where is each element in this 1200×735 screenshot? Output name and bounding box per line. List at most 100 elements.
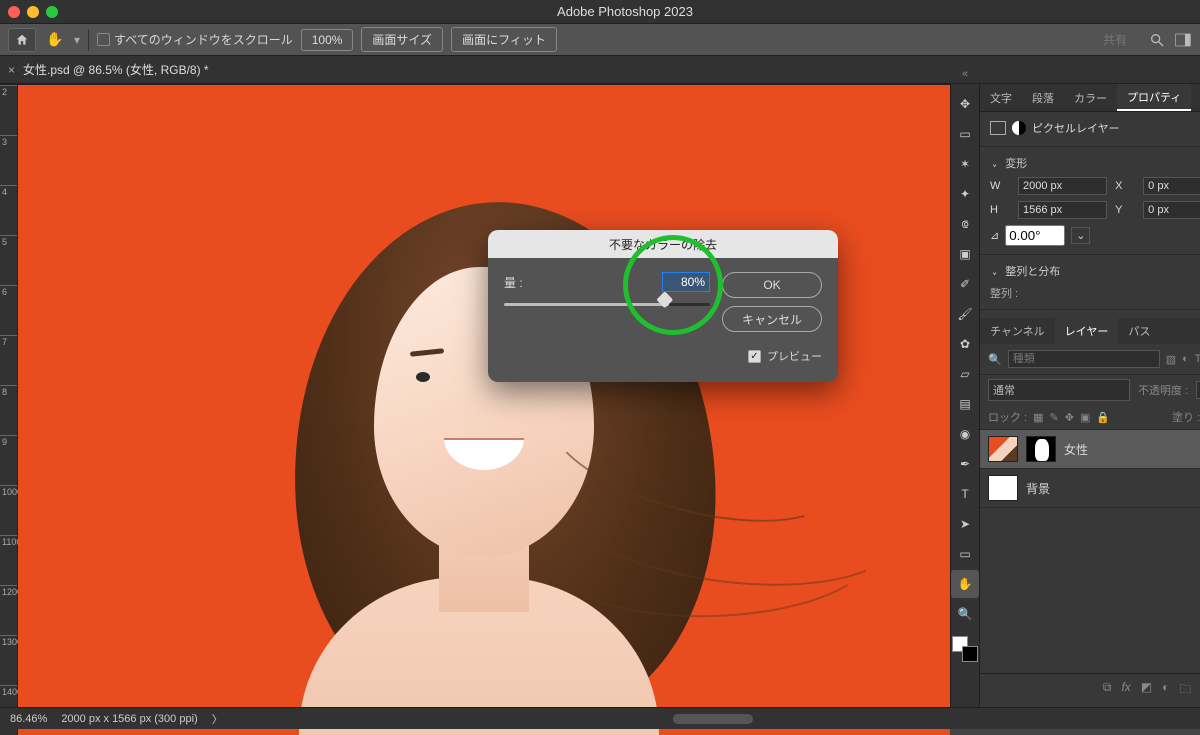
x-input[interactable]: [1143, 177, 1200, 195]
ruler-tick: 3: [0, 135, 17, 185]
crop-tool[interactable]: ⟃: [951, 210, 979, 238]
blur-tool[interactable]: ◉: [951, 420, 979, 448]
pixel-layer-icon: [990, 121, 1006, 135]
amount-slider[interactable]: [504, 298, 710, 312]
layer-row-2[interactable]: 👁 背景 fx ⌃: [980, 469, 1200, 508]
type-tool[interactable]: T: [951, 480, 979, 508]
ruler-tick: 9: [0, 435, 17, 485]
ruler-tick: 8: [0, 385, 17, 435]
y-label: Y: [1115, 204, 1135, 216]
layer-fx-icon[interactable]: fx: [1121, 680, 1130, 701]
lock-all-icon[interactable]: 🔒: [1096, 411, 1110, 424]
tab-channel[interactable]: チャンネル: [980, 318, 1055, 344]
status-dimensions[interactable]: 2000 px x 1566 px (300 ppi): [61, 713, 197, 725]
status-zoom[interactable]: 86.46%: [10, 713, 47, 725]
lock-artboard-icon[interactable]: ▣: [1080, 411, 1090, 424]
opacity-label: 不透明度 :: [1138, 382, 1188, 398]
h-scrollbar[interactable]: [673, 714, 753, 724]
background-swatch[interactable]: [962, 646, 978, 662]
clone-tool[interactable]: ✿: [951, 330, 979, 358]
opacity-input[interactable]: 100%: [1196, 381, 1200, 399]
group-icon[interactable]: 🗀: [1179, 680, 1191, 701]
ruler-tick: 6: [0, 285, 17, 335]
maximize-window-icon[interactable]: [46, 6, 58, 18]
filter-adjust-icon[interactable]: ◐: [1182, 353, 1189, 365]
scroll-all-windows-label: すべてのウィンドウをスクロール: [114, 31, 293, 48]
y-input[interactable]: [1143, 201, 1200, 219]
brush-tool[interactable]: 🖌: [951, 300, 979, 328]
layer-name[interactable]: 女性: [1064, 441, 1088, 458]
filter-search-icon[interactable]: 🔍: [988, 353, 1002, 366]
document-tab-label: 女性.psd @ 86.5% (女性, RGB/8) *: [23, 61, 209, 78]
blend-mode-select[interactable]: 通常: [988, 379, 1130, 401]
amount-input[interactable]: 80%: [662, 272, 710, 292]
eyedropper-tool[interactable]: ✐: [951, 270, 979, 298]
lock-brush-icon[interactable]: ✎: [1050, 411, 1059, 424]
hand-tool-icon[interactable]: ✋: [44, 31, 66, 48]
cancel-button[interactable]: キャンセル: [722, 306, 822, 332]
align-header[interactable]: ⌄整列と分布: [990, 263, 1200, 279]
filter-type-icon[interactable]: T: [1195, 353, 1200, 365]
close-tab-icon[interactable]: ×: [8, 63, 15, 77]
hand-tool[interactable]: ✋: [951, 570, 979, 598]
layer-panel-bottom: ⧉ fx ◩ ◐ 🗀 🗋 🗑: [980, 673, 1200, 707]
close-window-icon[interactable]: [8, 6, 20, 18]
tool-preset-caret-icon[interactable]: ▾: [74, 33, 80, 47]
layer-thumbnail[interactable]: [988, 436, 1018, 462]
angle-input[interactable]: [1005, 225, 1065, 246]
frame-tool[interactable]: ▣: [951, 240, 979, 268]
share-button[interactable]: 共有: [1090, 27, 1140, 52]
zoom-tool[interactable]: 🔍: [951, 600, 979, 628]
move-tool[interactable]: ✥: [951, 90, 979, 118]
layer-row-1[interactable]: 👁 女性: [980, 430, 1200, 469]
home-button[interactable]: [8, 28, 36, 52]
tab-paragraph[interactable]: 段落: [1022, 84, 1064, 111]
link-layers-icon[interactable]: ⧉: [1103, 680, 1112, 701]
wand-tool[interactable]: ✶: [951, 150, 979, 178]
layer-mask-icon[interactable]: ◩: [1141, 680, 1152, 701]
layer-filter-input[interactable]: [1008, 350, 1160, 368]
tab-color[interactable]: カラー: [1064, 84, 1117, 111]
width-input[interactable]: [1018, 177, 1107, 195]
tab-properties[interactable]: プロパティ: [1117, 84, 1191, 111]
fit-window-button[interactable]: 画面にフィット: [451, 27, 557, 52]
tab-character[interactable]: 文字: [980, 84, 1022, 111]
zoom-100-button[interactable]: 100%: [301, 29, 354, 51]
rect-tool[interactable]: ▭: [951, 540, 979, 568]
ruler-tick: 2: [0, 85, 17, 135]
height-input[interactable]: [1018, 201, 1107, 219]
angle-caret-icon[interactable]: ⌄: [1071, 227, 1090, 244]
spot-heal-tool[interactable]: ✦: [951, 180, 979, 208]
status-caret-icon[interactable]: 〉: [212, 711, 223, 727]
gradient-tool[interactable]: ▤: [951, 390, 979, 418]
angle-icon: ⊿: [990, 229, 999, 242]
canvas[interactable]: 不要なカラーの除去 量 : 80%: [18, 85, 950, 735]
lock-label: ロック :: [988, 409, 1027, 425]
tab-layer[interactable]: レイヤー: [1055, 318, 1119, 344]
fit-screen-button[interactable]: 画面サイズ: [361, 27, 443, 52]
lock-pixels-icon[interactable]: ▦: [1033, 411, 1043, 424]
ok-button[interactable]: OK: [722, 272, 822, 298]
marquee-tool[interactable]: ▭: [951, 120, 979, 148]
document-tab[interactable]: × 女性.psd @ 86.5% (女性, RGB/8) *: [8, 61, 209, 78]
transform-header[interactable]: ⌄変形: [990, 155, 1200, 171]
ruler-tick: 7: [0, 335, 17, 385]
color-swatches[interactable]: [952, 636, 978, 662]
arrow-tool[interactable]: ➤: [951, 510, 979, 538]
filter-pixel-icon[interactable]: ▧: [1166, 353, 1176, 366]
lock-position-icon[interactable]: ✥: [1065, 411, 1074, 424]
tab-path[interactable]: パス: [1118, 318, 1160, 344]
layer-name[interactable]: 背景: [1026, 480, 1050, 497]
minimize-window-icon[interactable]: [27, 6, 39, 18]
layer-thumbnail[interactable]: [988, 475, 1018, 501]
props-tabrow: 文字 段落 カラー プロパティ ≡: [980, 84, 1200, 112]
window-controls: [8, 6, 58, 18]
workspace-icon[interactable]: [1174, 31, 1192, 49]
adjustment-layer-icon[interactable]: ◐: [1162, 680, 1169, 701]
pen-tool[interactable]: ✒: [951, 450, 979, 478]
search-icon[interactable]: [1148, 31, 1166, 49]
scroll-all-windows-checkbox[interactable]: すべてのウィンドウをスクロール: [97, 31, 293, 48]
eraser-tool[interactable]: ▱: [951, 360, 979, 388]
preview-checkbox[interactable]: ✓ プレビュー: [722, 348, 822, 364]
layer-mask-thumbnail[interactable]: [1026, 436, 1056, 462]
